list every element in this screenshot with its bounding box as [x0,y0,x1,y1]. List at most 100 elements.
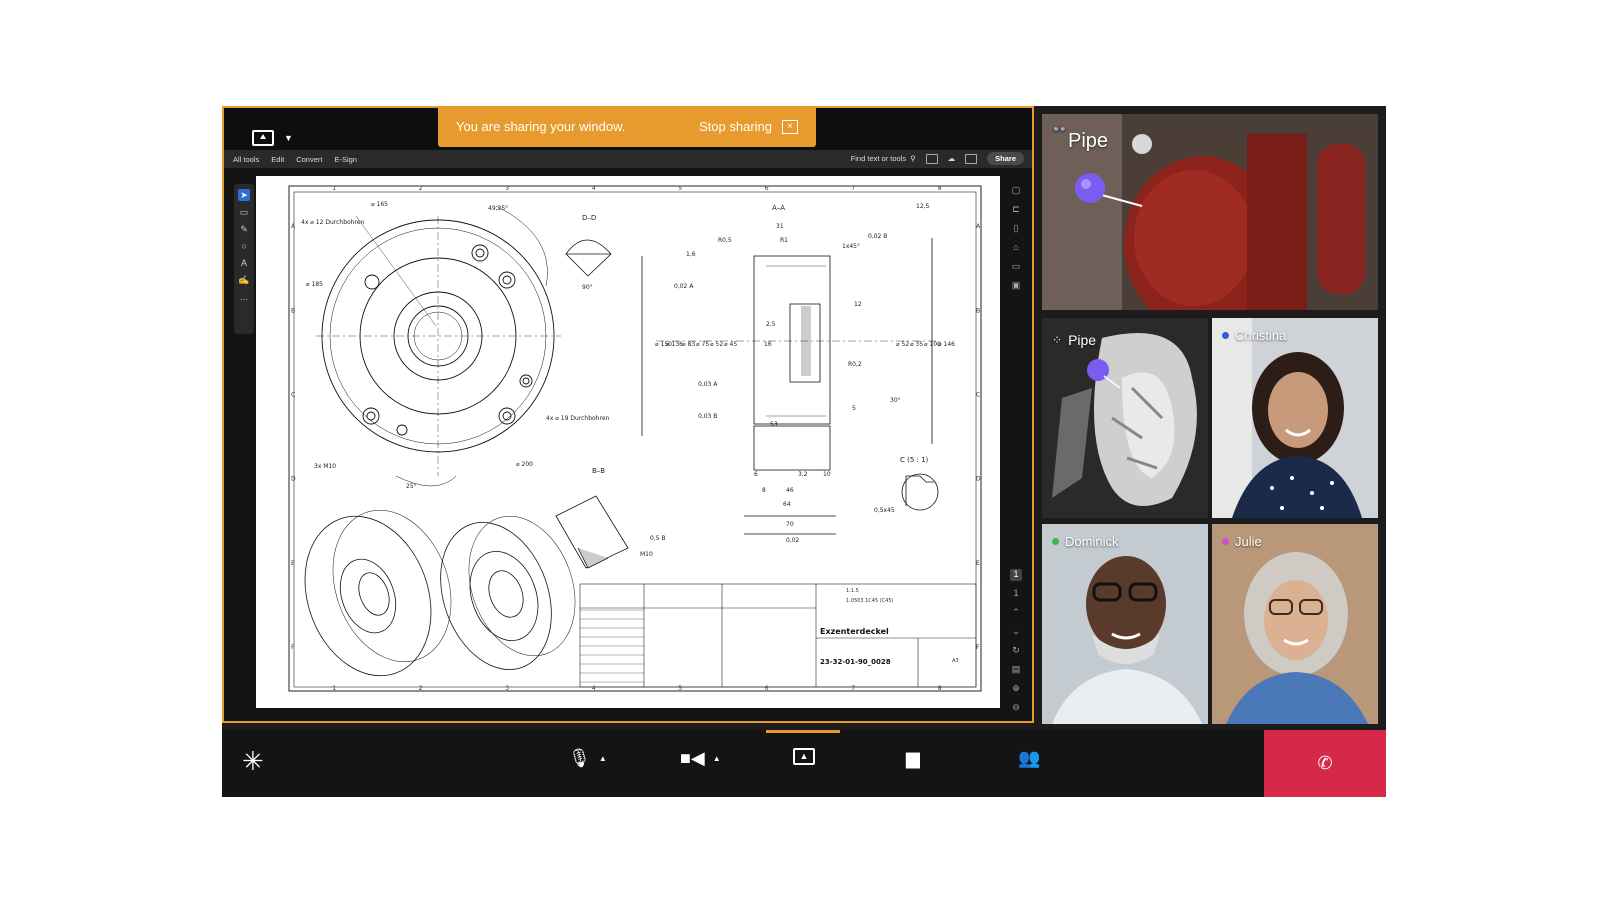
material: 1.0503 1C45 (C45) [846,598,894,604]
extract-icon[interactable]: ▤ [1010,664,1022,676]
scale: 1:1.5 [846,588,859,594]
engineering-drawing: 1122334455667788AABBCCDDEEFF 4x ⌀ 12 Dur… [256,176,1000,708]
menu-convert[interactable]: Convert [296,155,322,164]
find-tools[interactable]: Find text or tools ⚲ [851,154,916,163]
chevron-up-icon[interactable]: ⌃ [1010,607,1022,619]
rotate-icon[interactable]: ↻ [1010,645,1022,657]
detail-c-label: C (5 : 1) [900,456,929,464]
participant-name: Christina [1222,328,1286,343]
zoom-in-icon[interactable]: ⊕ [1010,683,1022,695]
status-dot [1052,538,1059,545]
tol-a2: 0,03 A [698,381,718,388]
bookmark-icon[interactable]: ⊏ [1010,204,1022,216]
dim-16: 16 [764,341,772,348]
more-tools-icon[interactable]: … [238,291,250,303]
folder-icon: ▆ [906,748,920,768]
video-tile-pipe-ar[interactable]: 👓 Pipe [1042,114,1378,310]
dim-r1: R1 [780,237,788,244]
sparkle-logo-icon[interactable]: ✳ [242,746,264,777]
dim-70: 70 [786,521,794,528]
dim-64: 64 [783,501,791,508]
tol-b: 0,02 B [868,233,887,240]
dim-52b: ⌀ 52 [896,341,909,348]
frame-column-number: 4 [592,185,596,192]
frame-row-letter: B [291,307,295,314]
dim-25deg: 25° [406,483,417,490]
dim-52: ⌀ 52 [710,341,723,348]
lock-icon[interactable]: ▣ [1010,280,1022,292]
stop-sharing-button[interactable]: Stop sharing × [699,119,798,134]
tol-002: 0,02 [786,537,800,544]
lasso-icon[interactable]: ○ [238,240,250,252]
camera-button[interactable]: ■◀ ▲ [680,748,721,769]
frame-column-number: 5 [678,685,682,692]
frame-row-letter: A [291,223,296,230]
dim-30deg: 30° [890,397,901,404]
select-cursor-icon[interactable]: ➤ [238,189,250,201]
dim-chamfer-c: 0,5x45 [874,507,895,514]
section-d-label: D–D [582,214,596,222]
tol-05b: 0,5 B [650,535,666,542]
dim-6: 6 [754,471,758,478]
comment-icon[interactable]: ▭ [238,206,250,218]
dim-r05: R0,5 [718,237,732,244]
participant-name: Dominick [1052,534,1118,549]
chevron-up-icon[interactable]: ▲ [713,754,721,763]
frame-column-number: 1 [332,685,336,692]
isometric-views [304,509,576,677]
participant-name: Julie [1222,534,1262,549]
fill-sign-icon-2[interactable]: ⌂ [1010,242,1022,254]
pdf-share-button[interactable]: Share [987,152,1024,165]
comment-list-icon[interactable]: ▢ [1010,185,1022,197]
frame-column-number: 4 [592,685,596,692]
drawing-number: 23-32-01-90_0028 [820,658,891,666]
frame-column-number: 7 [851,685,855,692]
dim-5: 5 [852,405,856,412]
frame-row-letter: B [976,307,980,314]
share-source-dropdown[interactable]: ▼ [252,130,293,146]
menu-all-tools[interactable]: All tools [233,155,259,164]
video-tile-christina[interactable]: Christina [1212,318,1378,518]
chevron-down-icon-2[interactable]: ⌄ [1010,626,1022,638]
front-view [316,205,561,487]
end-call-icon: ✆ [1317,753,1333,773]
document-icon[interactable]: ▭ [1010,261,1022,273]
chevron-up-icon[interactable]: ▲ [599,754,607,763]
status-dot [1222,538,1229,545]
participants-button[interactable]: 👥 [1018,748,1040,769]
frame-column-number: 7 [851,185,855,192]
chevron-down-icon: ▼ [284,133,293,143]
3d-scan-render [1042,318,1208,518]
cloud-upload-icon[interactable]: ☁ [948,154,956,163]
section-b-label: B–B [592,467,605,475]
save-icon[interactable] [925,153,938,164]
call-toolbar: ✳ 🎙 ▲ ■◀ ▲ ▲ ▆ 👥 ✆ [222,730,1386,797]
fill-sign-icon[interactable]: ✍ [238,274,250,286]
screen-share-icon: ▲ [793,748,815,765]
frame-row-letter: F [291,644,295,651]
mic-button[interactable]: 🎙 ▲ [568,748,607,769]
dim-75: ⌀ 75 [696,341,709,348]
zoom-out-icon[interactable]: ⊖ [1010,702,1022,714]
video-tile-dominick[interactable]: Dominick [1042,524,1208,724]
participant-name: 👓 Pipe [1052,122,1109,152]
files-button[interactable]: ▆ [906,748,920,769]
page-total: 1 [1013,588,1019,598]
christina-video [1212,318,1378,518]
frame-row-letter: E [291,560,295,567]
text-box-icon[interactable]: A [238,257,250,269]
frame-column-number: 2 [419,685,423,692]
video-tile-julie[interactable]: Julie [1212,524,1378,724]
microphone-icon: 🎙 [568,748,591,768]
thread-m10: M10 [640,551,653,558]
pen-icon[interactable]: ✎ [238,223,250,235]
end-call-button[interactable]: ✆ [1264,730,1386,797]
screen-share-button[interactable]: ▲ [793,748,815,765]
print-icon[interactable] [965,153,978,164]
menu-edit[interactable]: Edit [271,155,284,164]
menu-esign[interactable]: E-Sign [334,155,357,164]
pages-icon[interactable]: ▯ [1010,223,1022,235]
pdf-right-rail: ▢ ⊏ ▯ ⌂ ▭ ▣ 1 1 ⌃ ⌄ ↻ ▤ ⊕ ⊖ [1010,178,1024,712]
page-number[interactable]: 1 [1010,569,1022,581]
video-tile-pipe-scan[interactable]: ⁘ Pipe [1042,318,1208,518]
